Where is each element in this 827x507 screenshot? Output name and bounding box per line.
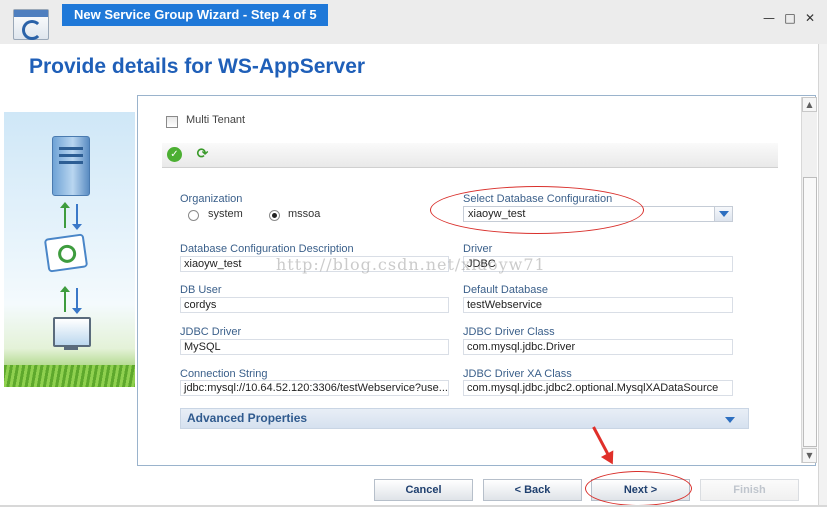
- connection-string-label: Connection String: [180, 368, 268, 380]
- default-database-label: Default Database: [463, 284, 548, 296]
- arrow-up-icon: [60, 286, 70, 312]
- cancel-button[interactable]: Cancel: [374, 479, 473, 501]
- window-edge: [818, 44, 827, 507]
- finish-button[interactable]: Finish: [700, 479, 799, 501]
- minimize-icon[interactable]: —: [760, 10, 778, 26]
- vertical-scrollbar[interactable]: ▲ ▼: [801, 97, 817, 463]
- advanced-properties-label: Advanced Properties: [187, 411, 308, 425]
- watermark: http://blog.csdn.net/xiaoyw71: [276, 255, 546, 274]
- db-user-field[interactable]: cordys: [180, 297, 449, 313]
- radio-mssoa-label: mssoa: [288, 208, 321, 220]
- check-icon[interactable]: ✓: [167, 147, 182, 162]
- multi-tenant-label: Multi Tenant: [186, 114, 246, 126]
- page-title: Provide details for WS-AppServer: [29, 55, 366, 78]
- chevron-down-icon[interactable]: [725, 417, 735, 423]
- chevron-down-icon[interactable]: [714, 207, 732, 221]
- annotation-ellipse: [430, 186, 644, 234]
- jdbc-driver-field[interactable]: MySQL: [180, 339, 449, 355]
- radio-system-label: system: [208, 208, 243, 220]
- monitor-stand: [64, 346, 78, 350]
- grass-decoration: [4, 365, 135, 387]
- jdbc-driver-xa-class-field[interactable]: com.mysql.jdbc.jdbc2.optional.MysqlXADat…: [463, 380, 733, 396]
- close-icon[interactable]: ✕: [801, 10, 819, 26]
- scroll-up-icon[interactable]: ▲: [802, 97, 817, 112]
- default-database-field[interactable]: testWebservice: [463, 297, 733, 313]
- back-button[interactable]: < Back: [483, 479, 582, 501]
- maximize-icon[interactable]: □: [781, 10, 799, 26]
- db-user-label: DB User: [180, 284, 222, 296]
- arrow-down-icon: [72, 204, 82, 230]
- radio-mssoa[interactable]: [269, 210, 280, 221]
- form-toolbar: [162, 143, 778, 168]
- arrow-down-icon: [72, 288, 82, 314]
- scroll-thumb[interactable]: [803, 177, 817, 447]
- window-title: New Service Group Wizard - Step 4 of 5: [62, 4, 328, 26]
- radio-system[interactable]: [188, 210, 199, 221]
- refresh-icon[interactable]: ⟳: [195, 147, 210, 162]
- wizard-illustration: [4, 112, 135, 387]
- connection-string-field[interactable]: jdbc:mysql://10.64.52.120:3306/testWebse…: [180, 380, 449, 396]
- db-config-description-label: Database Configuration Description: [180, 243, 354, 255]
- jdbc-driver-class-field[interactable]: com.mysql.jdbc.Driver: [463, 339, 733, 355]
- annotation-ellipse: [585, 471, 692, 506]
- app-icon: [13, 9, 49, 40]
- scroll-down-icon[interactable]: ▼: [802, 448, 817, 463]
- organization-label: Organization: [180, 193, 243, 205]
- jdbc-driver-xa-class-label: JDBC Driver XA Class: [463, 368, 572, 380]
- jdbc-driver-label: JDBC Driver: [180, 326, 242, 338]
- service-icon: [43, 233, 89, 273]
- jdbc-driver-class-label: JDBC Driver Class: [463, 326, 555, 338]
- arrow-up-icon: [60, 202, 70, 228]
- driver-label: Driver: [463, 243, 493, 255]
- monitor-icon: [53, 317, 91, 347]
- server-icon: [52, 136, 90, 196]
- multi-tenant-checkbox[interactable]: [166, 116, 178, 128]
